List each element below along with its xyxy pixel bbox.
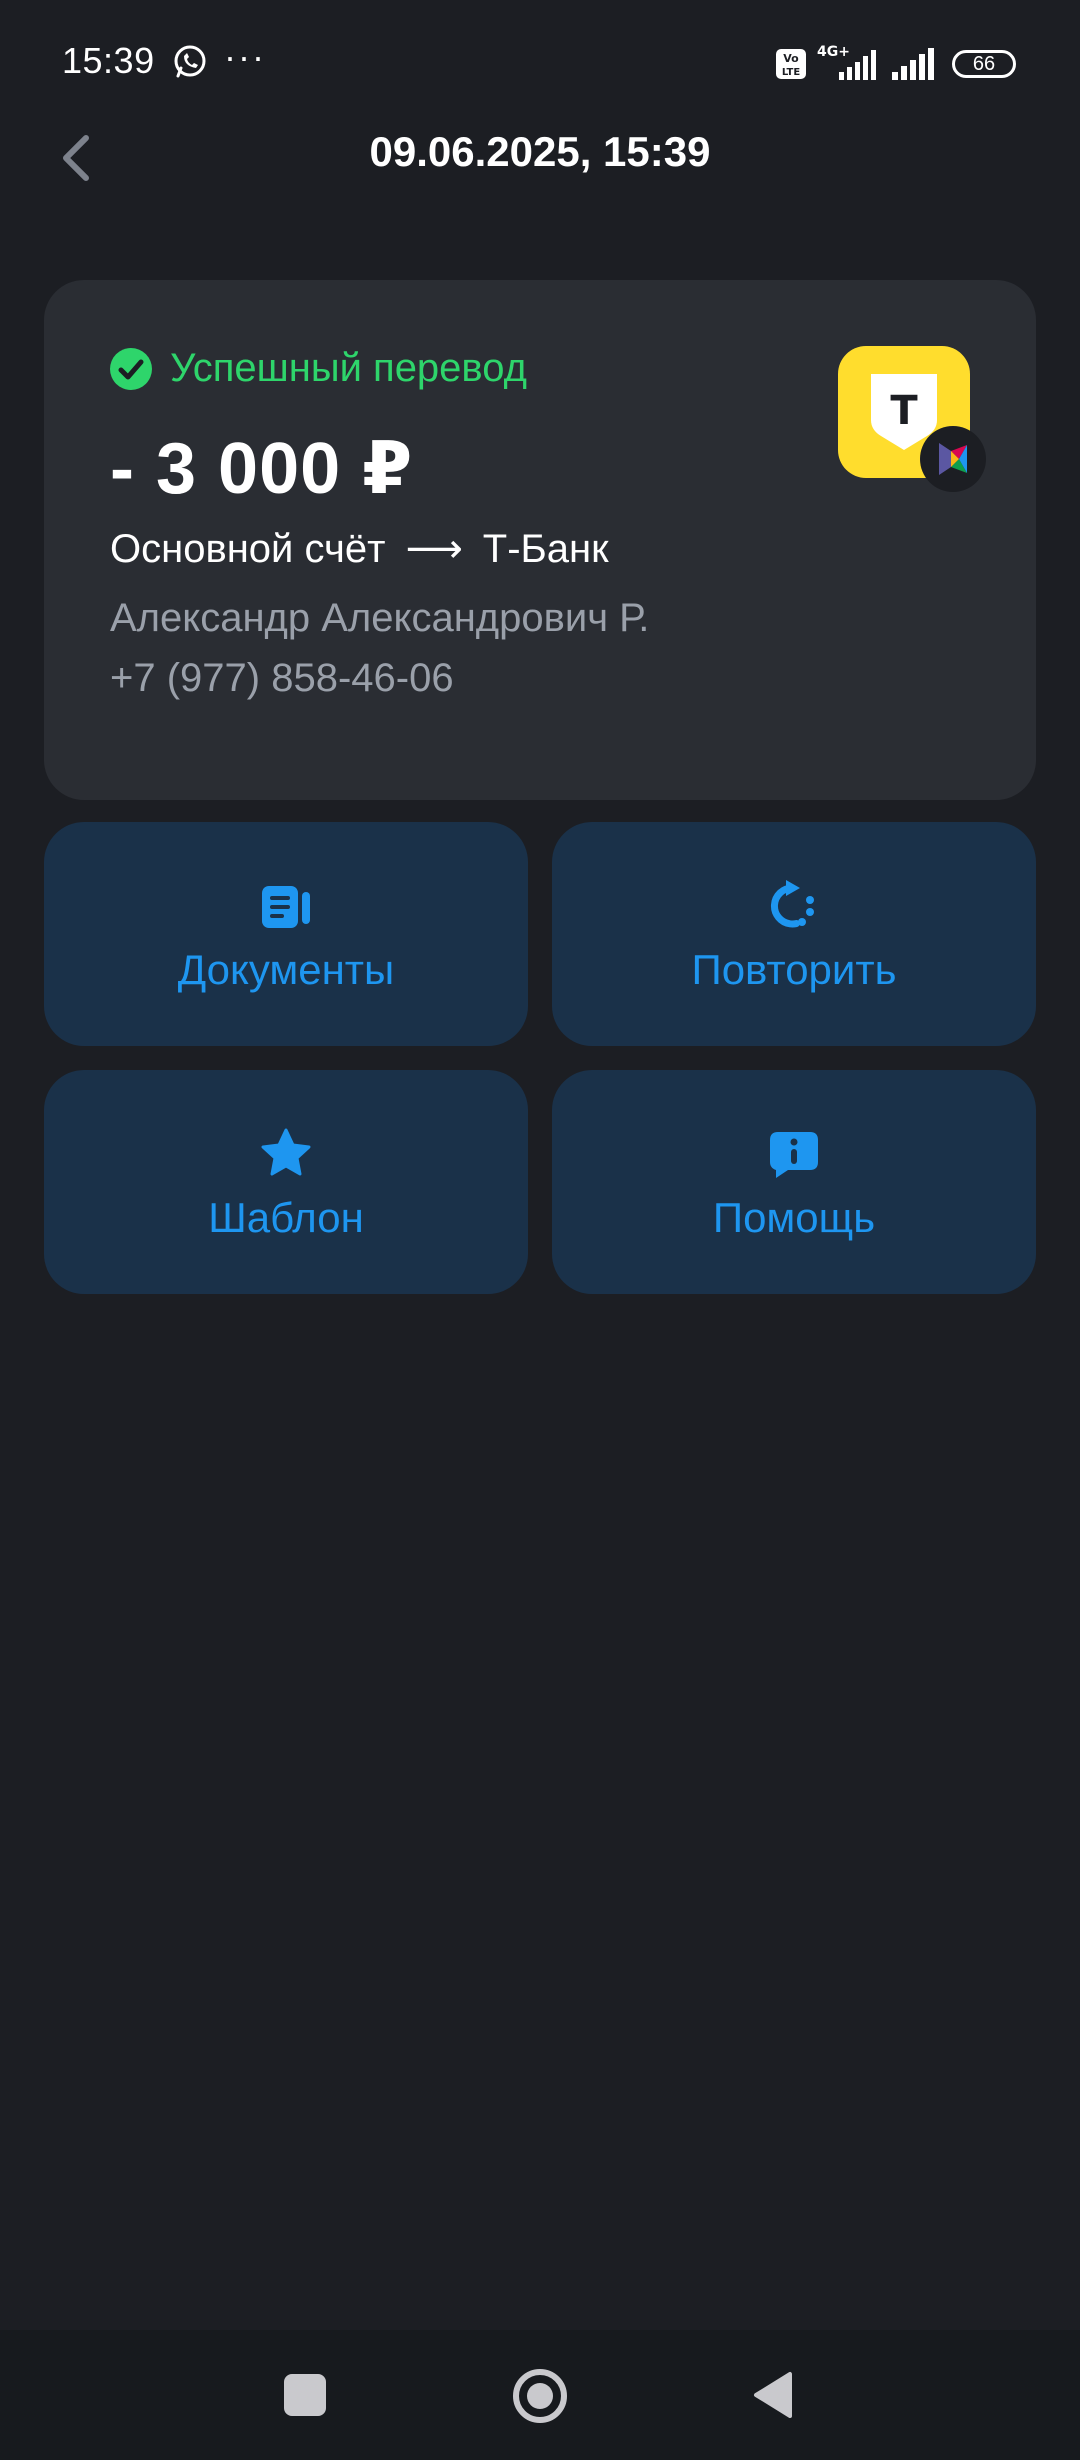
transfer-card: Успешный перевод - 3 000 ₽ Основной счёт… (44, 280, 1036, 800)
help-label: Помощь (712, 1194, 876, 1241)
help-button[interactable]: Помощь (552, 1070, 1036, 1294)
svg-text:4G+: 4G+ (817, 44, 850, 60)
sbp-logo-icon (939, 443, 967, 475)
success-check-icon (110, 347, 152, 390)
transfer-details-screen: 15:39 ··· Vo LTE 4G+ 66 09.06.2025, 15:3… (0, 0, 1080, 2460)
from-account: Основной счёт (110, 526, 386, 571)
transfer-route: Основной счёт ⟶ Т-Банк (110, 526, 609, 572)
volte-icon: Vo LTE (776, 49, 806, 79)
template-button[interactable]: Шаблон (44, 1070, 528, 1294)
system-back-button[interactable] (752, 2370, 794, 2420)
more-notifications-icon: ··· (224, 36, 266, 77)
status-time: 15:39 (62, 40, 155, 81)
documents-button[interactable]: Документы (44, 822, 528, 1046)
svg-text:Т: Т (890, 388, 918, 434)
status-text: Успешный перевод (170, 346, 527, 390)
to-bank: Т-Банк (482, 526, 609, 571)
whatsapp-icon (174, 45, 206, 78)
recent-apps-button[interactable] (284, 2374, 326, 2416)
status-bar: 15:39 ··· Vo LTE 4G+ 66 (0, 0, 1080, 130)
template-label: Шаблон (208, 1194, 364, 1241)
svg-text:LTE: LTE (782, 67, 801, 78)
arrow-right-icon: ⟶ (405, 527, 463, 571)
repeat-button[interactable]: Повторить (552, 822, 1036, 1046)
svg-text:Vo: Vo (783, 52, 799, 65)
repeat-label: Повторить (691, 946, 897, 993)
home-button[interactable] (512, 2368, 568, 2424)
page-title: 09.06.2025, 15:39 (369, 128, 711, 175)
star-icon (261, 1128, 311, 1176)
recipient-name: Александр Александрович Р. (110, 596, 650, 640)
help-chat-icon (770, 1132, 818, 1178)
transfer-status: Успешный перевод (110, 346, 527, 391)
documents-icon (262, 886, 310, 928)
mobile-signal-4g-icon: 4G+ (817, 44, 876, 80)
sbp-icon (920, 426, 986, 492)
battery-icon: 66 (952, 50, 1016, 78)
transfer-amount: - 3 000 ₽ (110, 429, 414, 509)
recipient-phone: +7 (977) 858-46-06 (110, 656, 454, 700)
documents-label: Документы (177, 946, 395, 993)
signal-strength-icon (892, 48, 934, 80)
repeat-icon (770, 880, 814, 928)
